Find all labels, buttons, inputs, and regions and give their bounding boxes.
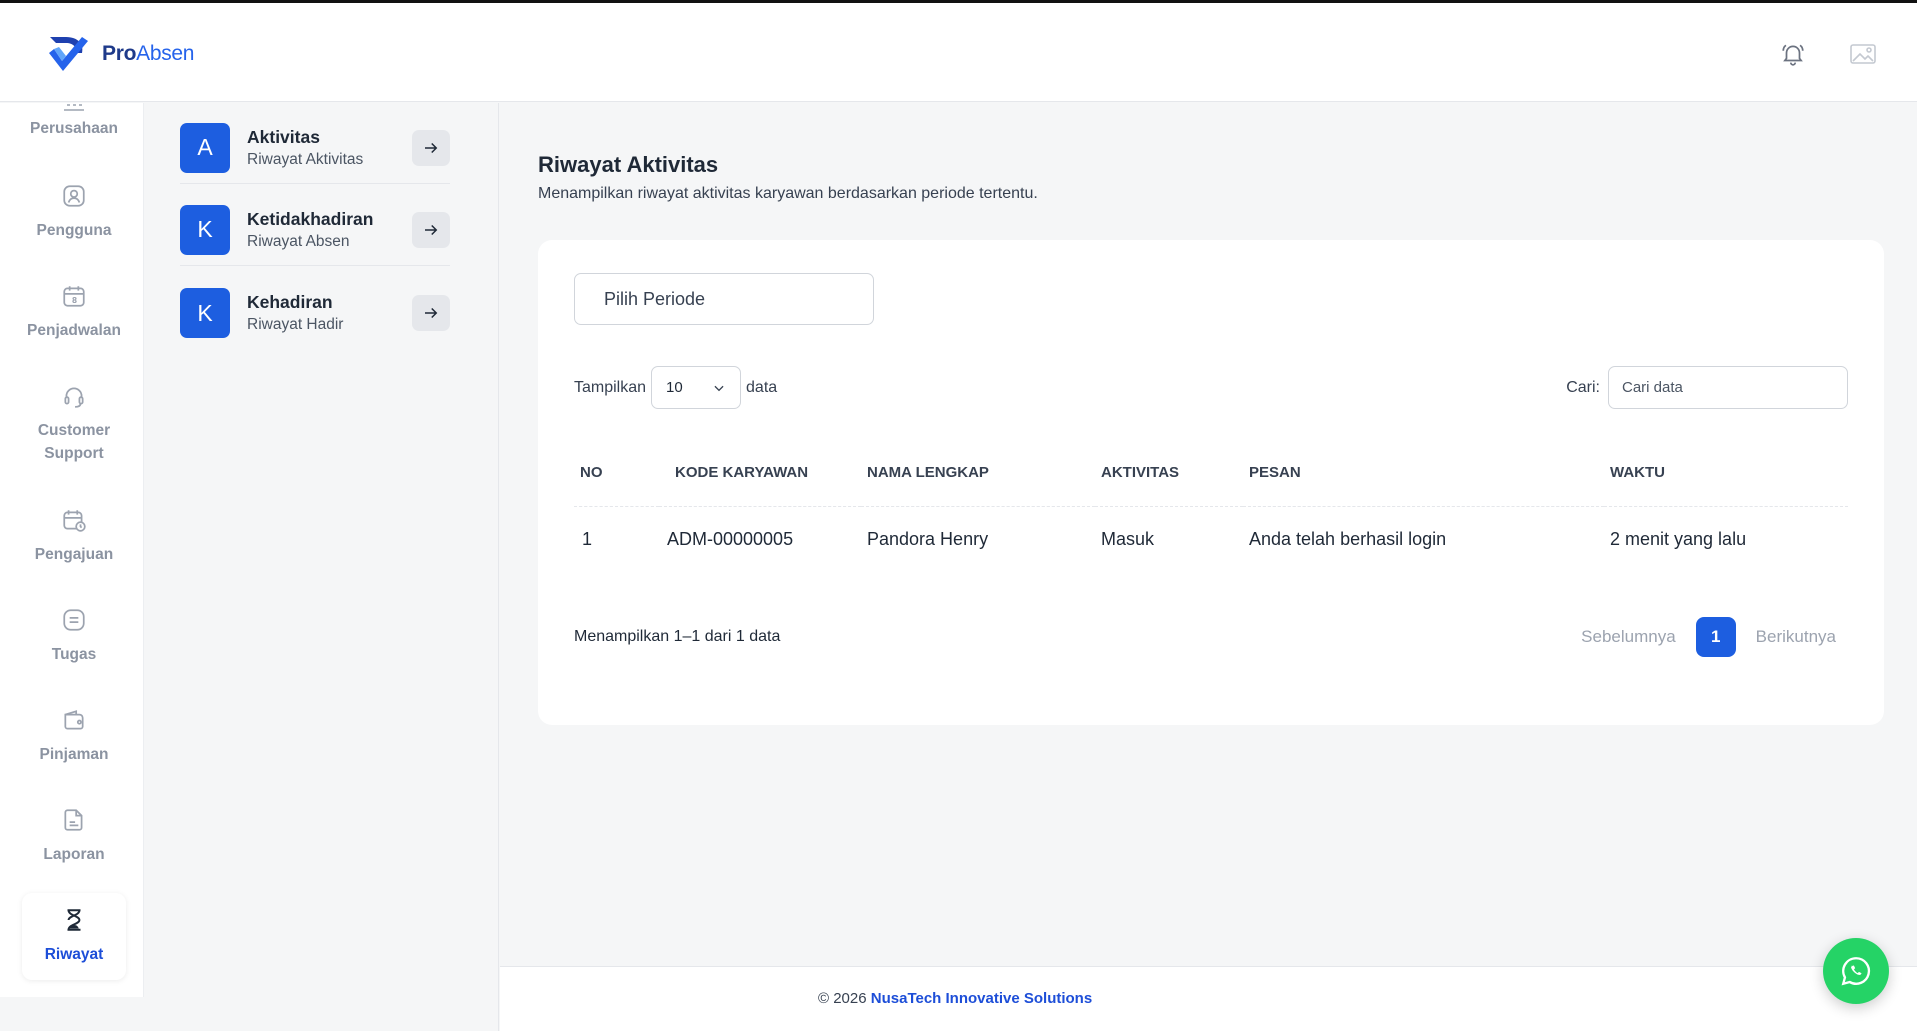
document-icon	[59, 805, 89, 835]
column-header[interactable]: NAMA LENGKAP	[861, 440, 1095, 507]
arrow-right-icon[interactable]	[412, 295, 450, 331]
sidebar-item-pinjaman[interactable]: Pinjaman	[22, 705, 126, 766]
column-header[interactable]: KODE KARYAWAN	[659, 440, 861, 507]
prev-page-button[interactable]: Sebelumnya	[1581, 627, 1676, 647]
hourglass-icon	[59, 905, 89, 935]
page-length-value: 10	[666, 379, 683, 396]
search-label: Cari:	[1566, 378, 1600, 396]
page-footer: © 2026 NusaTech Innovative Solutions	[500, 966, 1917, 1031]
svg-text:8: 8	[72, 296, 77, 305]
activity-table: NO KODE KARYAWAN NAMA LENGKAP AKTIVITAS …	[574, 440, 1848, 573]
brand-logo[interactable]: ProAbsen	[46, 31, 194, 77]
brand-name: ProAbsen	[102, 42, 195, 65]
cell-pesan: Anda telah berhasil login	[1249, 529, 1447, 550]
page-title: Riwayat Aktivitas	[538, 152, 719, 177]
submenu-desc: Riwayat Absen	[247, 232, 350, 250]
building-icon	[59, 97, 89, 111]
page-length-control: Tampilkan 10 data	[574, 366, 777, 409]
table-header-row: NO KODE KARYAWAN NAMA LENGKAP AKTIVITAS …	[574, 440, 1848, 507]
cell-waktu: 2 menit yang lalu	[1610, 529, 1747, 550]
headset-icon	[59, 381, 89, 411]
column-header[interactable]: PESAN	[1243, 440, 1604, 507]
cell-kode-karyawan: ADM-00000005	[667, 529, 794, 550]
company-link[interactable]: NusaTech Innovative Solutions	[871, 990, 1092, 1007]
sidebar-item-label: Laporan	[43, 846, 105, 863]
sidebar-item-label: Pengguna	[36, 222, 112, 239]
cell-aktivitas: Masuk	[1101, 529, 1155, 550]
table-row: 1 ADM-00000005 Pandora Henry Masuk Anda …	[574, 506, 1848, 573]
chevron-down-icon	[714, 385, 724, 391]
calendar-icon: 8	[59, 281, 89, 311]
column-header[interactable]: WAKTU	[1604, 440, 1848, 507]
sidebar-item-label: Customer Support	[37, 422, 111, 462]
submenu-badge: K	[180, 288, 230, 338]
sidebar-item-laporan[interactable]: Laporan	[22, 805, 126, 866]
submenu-title: Kehadiran	[247, 292, 333, 312]
clipboard-icon	[59, 605, 89, 635]
column-header[interactable]: NO	[574, 440, 659, 507]
activity-card: Pilih Periode Tampilkan 10 data Cari: NO…	[538, 240, 1884, 725]
calendar-clock-icon	[59, 505, 89, 535]
avatar-image-icon[interactable]	[1848, 39, 1878, 69]
top-header: ProAbsen	[0, 0, 1917, 102]
submenu-desc: Riwayat Hadir	[247, 316, 344, 333]
sidebar-item-penjadwalan[interactable]: 8 Penjadwalan	[22, 281, 126, 342]
page-button-1[interactable]: 1	[1695, 617, 1736, 657]
column-header[interactable]: AKTIVITAS	[1095, 440, 1243, 507]
cell-no: 1	[582, 529, 593, 550]
page-subtitle: Menampilkan riwayat aktivitas karyawan b…	[538, 185, 1038, 202]
main-sidebar: Perusahaan Pengguna 8 Penjadwalan Custom…	[0, 103, 144, 997]
whatsapp-icon	[1841, 957, 1871, 986]
submenu-item-kehadiran[interactable]: K Kehadiran Riwayat Hadir	[180, 277, 450, 349]
cell-nama-lengkap: Pandora Henry	[867, 529, 989, 550]
copyright: © 2026 NusaTech Innovative Solutions	[818, 990, 1093, 1007]
sidebar-item-label: Pinjaman	[39, 746, 109, 763]
periode-picker[interactable]: Pilih Periode	[574, 273, 874, 325]
sidebar-item-customer-support[interactable]: Customer Support	[22, 381, 126, 465]
search-input[interactable]	[1608, 366, 1848, 409]
sidebar-item-label: Tugas	[51, 646, 97, 663]
wallet-icon	[59, 705, 89, 735]
logo-icon	[49, 37, 88, 71]
sidebar-item-label: Riwayat	[44, 946, 104, 963]
submenu-item-ketidakhadiran[interactable]: K Ketidakhadiran Riwayat Absen	[180, 194, 450, 266]
search-control: Cari:	[1566, 366, 1848, 409]
arrow-right-icon[interactable]	[412, 211, 450, 248]
next-page-button[interactable]: Berikutnya	[1756, 627, 1836, 647]
sidebar-item-tugas[interactable]: Tugas	[22, 605, 126, 666]
sidebar-item-pengguna[interactable]: Pengguna	[22, 181, 126, 242]
submenu-title: Ketidakhadiran	[247, 208, 374, 229]
sidebar-item-label: Perusahaan	[30, 120, 118, 137]
user-icon	[59, 181, 89, 211]
submenu-title: Aktivitas	[247, 126, 320, 147]
arrow-right-icon[interactable]	[412, 129, 450, 166]
sidebar-item-pengajuan[interactable]: Pengajuan	[22, 505, 126, 566]
show-prefix: Tampilkan	[574, 378, 647, 396]
sidebar-item-perusahaan[interactable]: Perusahaan	[22, 97, 126, 140]
submenu-desc: Riwayat Aktivitas	[247, 150, 364, 168]
table-info: Menampilkan 1–1 dari 1 data	[574, 628, 781, 645]
sidebar-item-label: Pengajuan	[34, 546, 114, 563]
periode-label: Pilih Periode	[604, 288, 706, 309]
submenu-badge: K	[180, 204, 230, 255]
show-suffix: data	[746, 378, 778, 396]
whatsapp-button[interactable]	[1823, 938, 1889, 1004]
riwayat-submenu: A Aktivitas Riwayat Aktivitas K Ketidakh…	[145, 103, 499, 1031]
pagination: Sebelumnya 1 Berikutnya	[1581, 617, 1848, 657]
page-length-select[interactable]: 10	[651, 366, 742, 409]
sidebar-item-label: Penjadwalan	[27, 322, 121, 339]
submenu-badge: A	[180, 122, 230, 173]
bell-icon[interactable]	[1778, 39, 1808, 69]
submenu-item-aktivitas[interactable]: A Aktivitas Riwayat Aktivitas	[180, 112, 450, 184]
sidebar-item-riwayat[interactable]: Riwayat	[22, 893, 126, 980]
